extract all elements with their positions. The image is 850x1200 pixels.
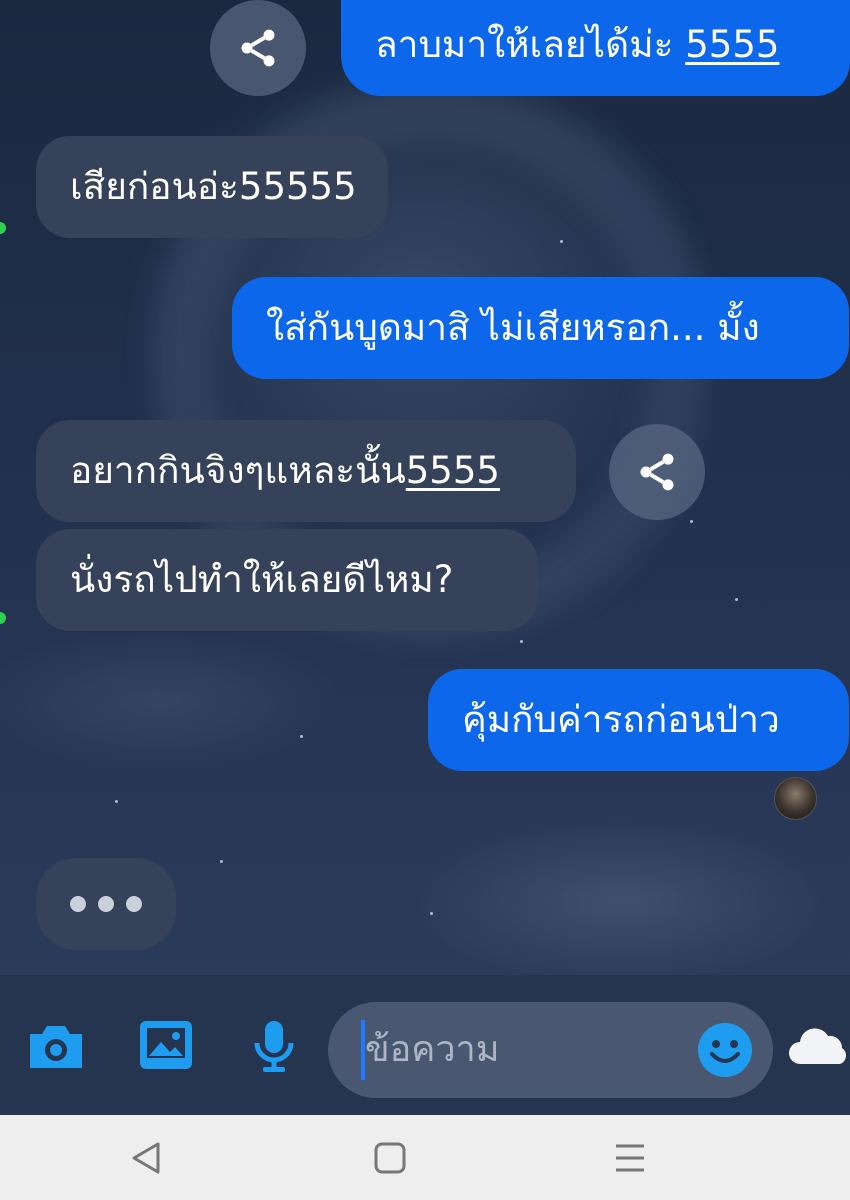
composer-bar: ข้อความ bbox=[0, 975, 850, 1115]
emoji-button[interactable] bbox=[697, 1022, 753, 1078]
message-text: คุ้มกับค่ารถก่อนป่าว bbox=[462, 698, 780, 741]
online-indicator bbox=[0, 612, 6, 624]
share-icon bbox=[640, 453, 674, 491]
system-navigation-bar bbox=[0, 1115, 850, 1200]
home-square-icon bbox=[374, 1142, 406, 1173]
message-placeholder: ข้อความ bbox=[365, 1029, 500, 1070]
message-text: อยากกินจิงๆแหละนั้น bbox=[70, 449, 406, 492]
microphone-icon bbox=[254, 1021, 294, 1072]
message-bubble-incoming[interactable]: เสียก่อนอ่ะ55555 bbox=[36, 136, 388, 238]
camera-icon bbox=[30, 1026, 82, 1068]
message-text: ลาบมาให้เลยได้ม่ะ bbox=[375, 23, 674, 66]
chat-background: ลาบมาให้เลยได้ม่ะ 5555 เสียก่อนอ่ะ55555 … bbox=[0, 0, 850, 975]
message-bubble-incoming[interactable]: นั่งรถไปทำให้เลยดีไหม? bbox=[36, 529, 538, 631]
share-button[interactable] bbox=[210, 0, 306, 96]
back-triangle-icon bbox=[132, 1142, 160, 1173]
message-bubble-incoming[interactable]: อยากกินจิงๆแหละนั้น5555 bbox=[36, 420, 576, 522]
smiley-icon bbox=[698, 1023, 752, 1077]
menu-lines-icon bbox=[616, 1144, 644, 1171]
message-bubble-outgoing[interactable]: ใส่กันบูดมาสิ ไม่เสียหรอก... มั้ง bbox=[232, 277, 849, 379]
voice-button[interactable] bbox=[246, 1017, 302, 1077]
message-bubble-outgoing[interactable]: คุ้มกับค่ารถก่อนป่าว bbox=[428, 669, 849, 771]
camera-button[interactable] bbox=[24, 1019, 88, 1075]
message-link[interactable]: 5555 bbox=[685, 23, 779, 66]
menu-button[interactable] bbox=[602, 1115, 658, 1200]
message-text: ใส่กันบูดมาสิ ไม่เสียหรอก... มั้ง bbox=[266, 306, 760, 349]
online-indicator bbox=[0, 222, 6, 234]
message-link[interactable]: 5555 bbox=[406, 449, 500, 492]
share-icon bbox=[241, 29, 275, 67]
message-text: นั่งรถไปทำให้เลยดีไหม? bbox=[70, 558, 454, 601]
back-button[interactable] bbox=[118, 1115, 174, 1200]
typing-indicator bbox=[36, 858, 176, 950]
weather-button[interactable] bbox=[786, 1023, 848, 1069]
typing-dot bbox=[98, 896, 114, 912]
gallery-button[interactable] bbox=[136, 1017, 196, 1073]
typing-dot bbox=[70, 896, 86, 912]
home-button[interactable] bbox=[362, 1115, 418, 1200]
read-receipt-avatar bbox=[774, 777, 817, 820]
cloud-icon bbox=[789, 1028, 847, 1064]
image-icon bbox=[140, 1021, 192, 1069]
message-input[interactable]: ข้อความ bbox=[328, 1002, 773, 1098]
message-bubble-outgoing[interactable]: ลาบมาให้เลยได้ม่ะ 5555 bbox=[341, 0, 850, 96]
message-text: เสียก่อนอ่ะ55555 bbox=[70, 165, 357, 208]
typing-dot bbox=[126, 896, 142, 912]
share-button[interactable] bbox=[609, 424, 705, 520]
